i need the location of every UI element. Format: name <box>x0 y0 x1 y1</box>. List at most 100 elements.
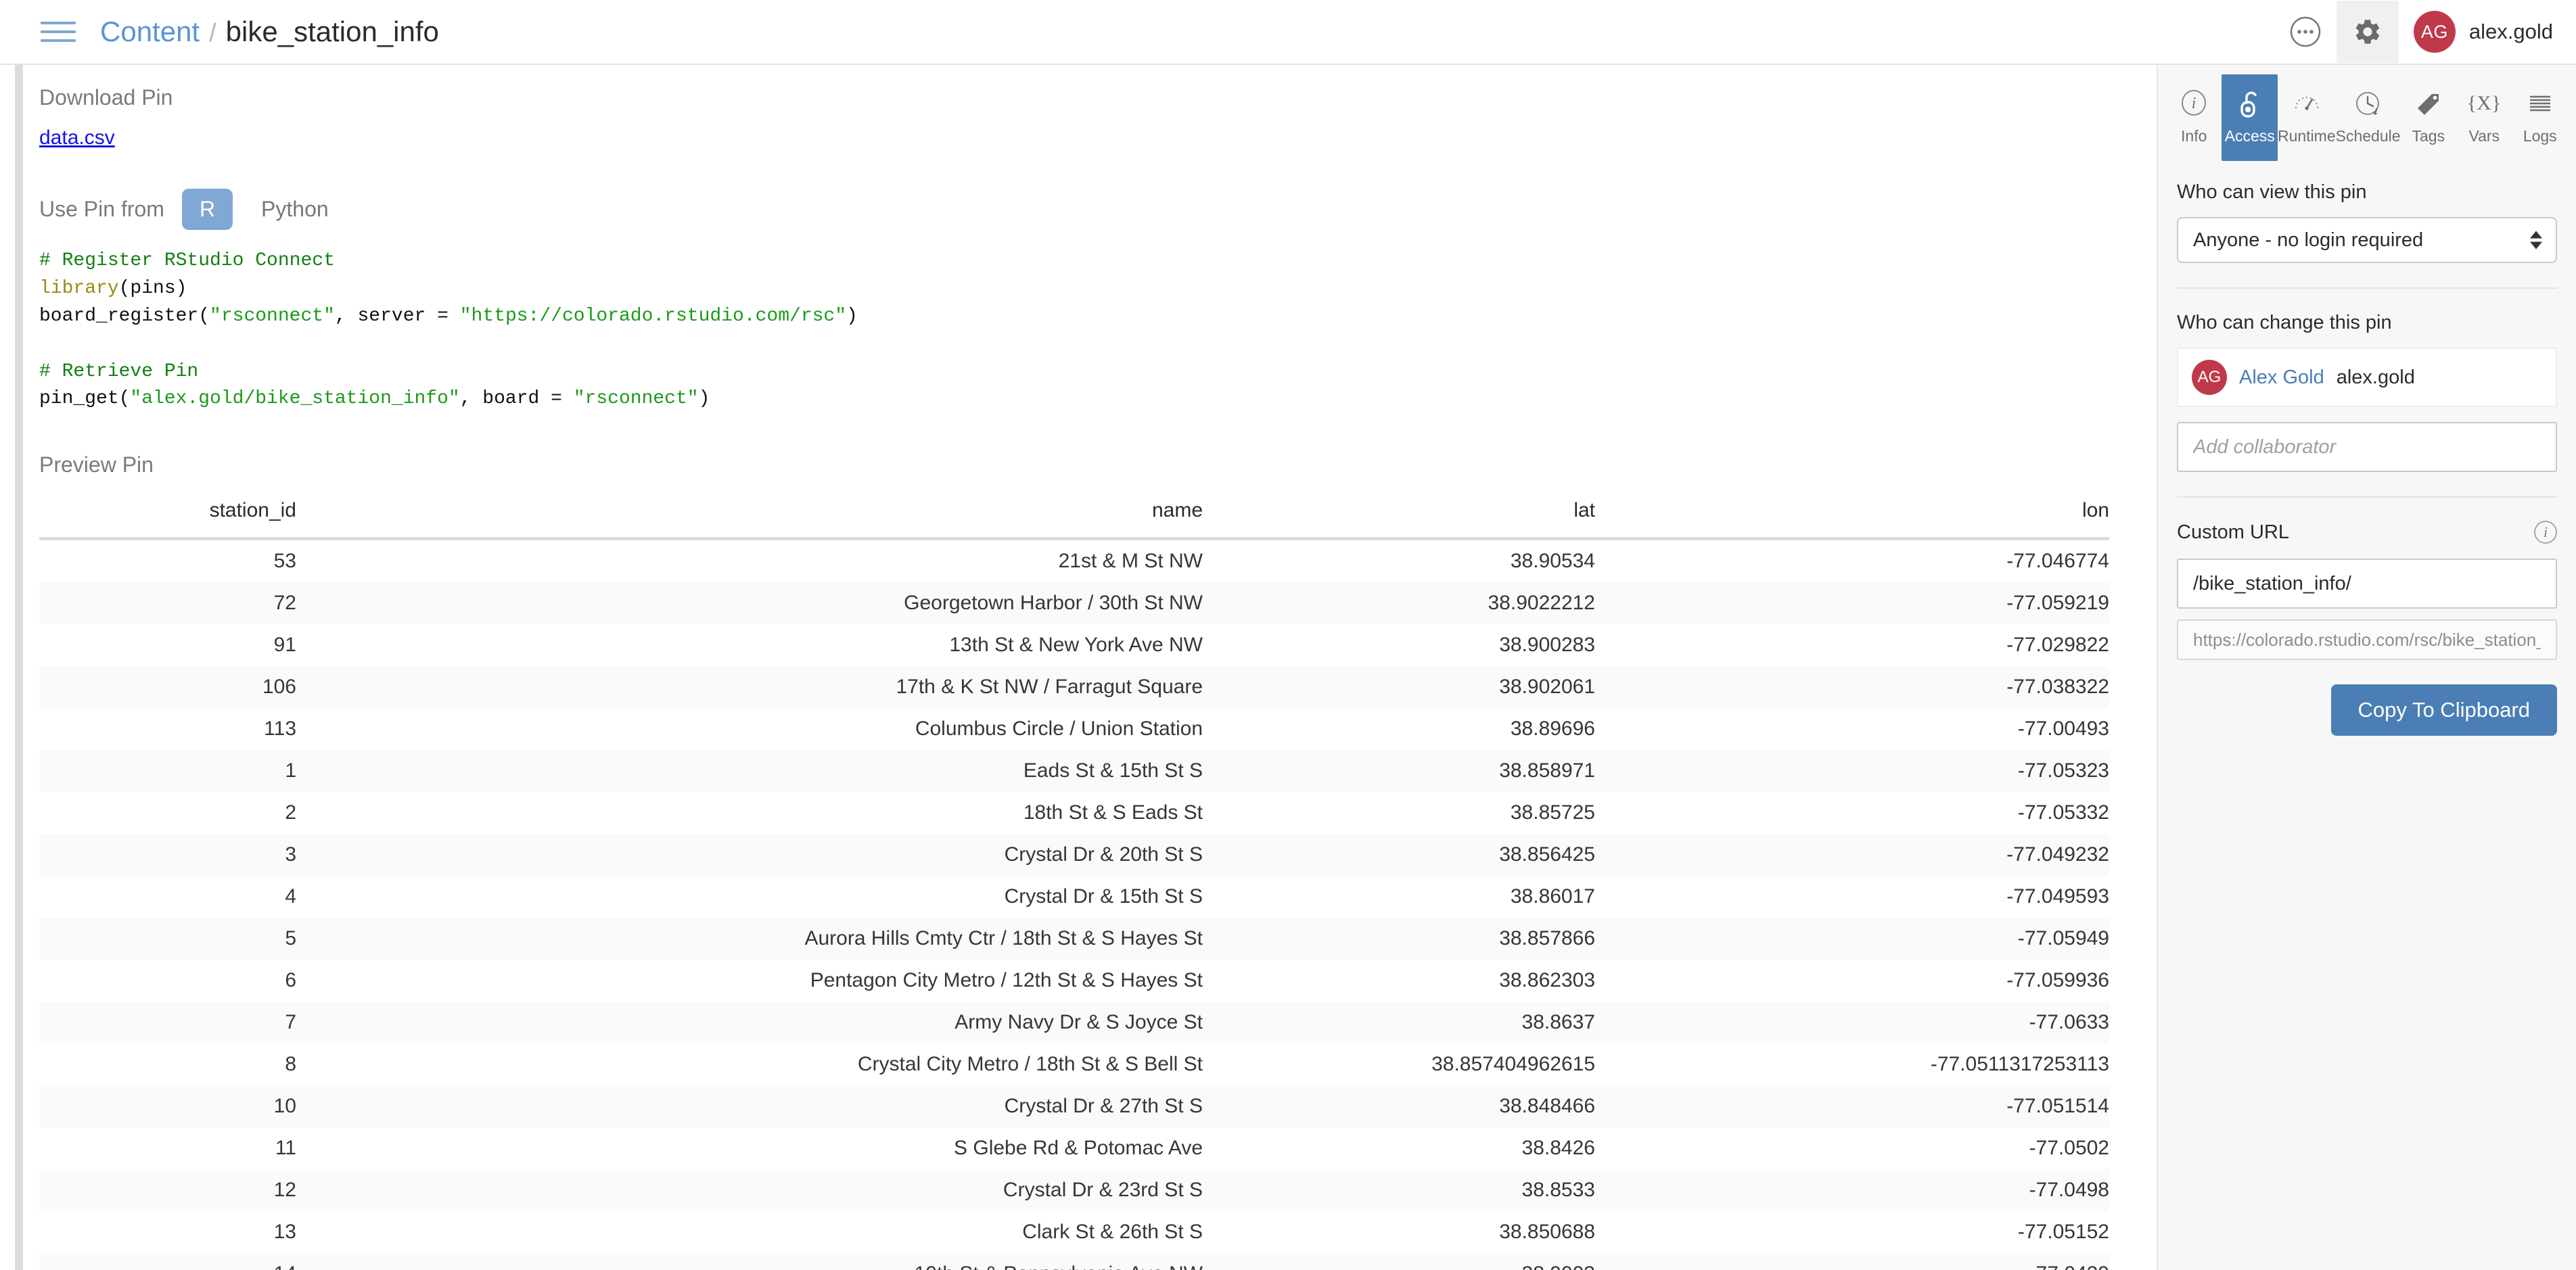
tab-tags[interactable]: Tags <box>2401 74 2456 161</box>
code-pinget-mid: , board = <box>459 388 574 410</box>
code-str-rsconnect: "rsconnect" <box>210 305 335 327</box>
code-board-mid: , server = <box>334 305 460 327</box>
breadcrumb-separator: / <box>209 19 216 47</box>
main-content: Download Pin data.csv Use Pin from R Pyt… <box>0 65 2157 1270</box>
cell-lon: -77.0511317253113 <box>1930 1053 2109 1076</box>
cell-station-id: 7 <box>285 1011 296 1034</box>
braces-x-icon: {X} <box>2468 92 2500 114</box>
cell-lat: 38.9022212 <box>1488 592 1596 615</box>
table-row: 1419th St & Pennsylvania Ave NW38.9003-7… <box>39 1253 2109 1270</box>
table-row: 72 Georgetown Harbor / 30th St NW 38.90222… <box>39 582 2109 625</box>
hamburger-icon[interactable] <box>41 18 76 45</box>
column-header-lat[interactable]: lat <box>1203 492 1595 541</box>
cell-name: Aurora Hills Cmty Ctr / 18th St & S Haye… <box>804 927 1203 950</box>
tab-info-label: Info <box>2181 126 2207 145</box>
cell-lat: 38.85725 <box>1510 801 1595 824</box>
table-row: 12 Crystal Dr & 23rd St S 38.8533 -77.0498 <box>39 1169 2109 1212</box>
cell-lat: 38.8533 <box>1521 1179 1595 1202</box>
cell-lat: 38.850688 <box>1499 1221 1595 1244</box>
custom-url-header: Custom URL i <box>2177 521 2557 544</box>
cell-station-id: 14 <box>39 1253 296 1270</box>
add-collaborator-input[interactable] <box>2177 422 2557 472</box>
cell-name: Crystal Dr & 15th St S <box>1004 885 1203 908</box>
cell-lon: -77.00493 <box>2017 718 2109 740</box>
cell-lat: 38.856425 <box>1499 843 1595 866</box>
cell-station-id: 6 <box>285 969 296 992</box>
table-row: 10 Crystal Dr & 27th St S 38.848466 -77.051… <box>39 1085 2109 1128</box>
preview-table: station_id name lat lon 53 21st & M St NW… <box>39 492 2109 1270</box>
tab-vars[interactable]: {X} Vars <box>2456 74 2512 161</box>
cell-lon: -77.05152 <box>2017 1221 2109 1244</box>
copy-to-clipboard-button[interactable]: Copy To Clipboard <box>2330 684 2557 736</box>
info-icon[interactable]: i <box>2534 521 2557 544</box>
code-str-pin-name: "alex.gold/bike_station_info" <box>130 388 460 410</box>
cell-name: Army Navy Dr & S Joyce St <box>954 1011 1203 1034</box>
cell-name: Crystal Dr & 23rd St S <box>1003 1179 1203 1202</box>
tab-access[interactable]: Access <box>2222 74 2278 161</box>
cell-station-id: 53 <box>273 550 296 573</box>
preview-pin-title: Preview Pin <box>39 452 154 477</box>
cell-lon: -77.05323 <box>2017 759 2109 782</box>
collaborator-display-name[interactable]: Alex Gold <box>2239 367 2324 389</box>
column-header-lon[interactable]: lon <box>1595 492 2109 541</box>
table-row: 113 Columbus Circle / Union Station 38.896… <box>39 708 2109 750</box>
clock-icon <box>2355 91 2379 115</box>
tab-runtime-label: Runtime <box>2277 126 2336 145</box>
tab-schedule-label: Schedule <box>2335 126 2401 145</box>
tab-language-r[interactable]: R <box>181 189 233 230</box>
table-row: 2 18th St & S Eads St 38.85725 -77.05332 <box>39 792 2109 834</box>
cell-station-id: 113 <box>264 718 296 740</box>
breadcrumb: Content / bike_station_info <box>100 16 439 48</box>
download-pin-title: Download Pin <box>39 85 173 110</box>
cell-lon: -77.029822 <box>2006 634 2109 657</box>
collaborator-row[interactable]: AG Alex Gold alex.gold <box>2177 348 2557 407</box>
cell-lat: 38.902061 <box>1499 676 1595 699</box>
table-row: 6 Pentagon City Metro / 12th St & S Hayes… <box>39 960 2109 1002</box>
tab-language-python[interactable]: Python <box>248 191 342 227</box>
top-bar-actions: AG alex.gold <box>2274 1 2553 63</box>
user-menu[interactable]: AG alex.gold <box>2413 11 2553 53</box>
who-can-view-label: Who can view this pin <box>2177 181 2367 203</box>
who-can-change-label: Who can change this pin <box>2177 312 2392 333</box>
use-pin-section: Use Pin from R Python # Register RStudio… <box>0 167 2157 433</box>
table-row: 53 21st & M St NW 38.90534 -77.046774 <box>39 539 2109 583</box>
cell-lon: -77.059219 <box>2006 592 2109 615</box>
table-row: 5 Aurora Hills Cmty Ctr / 18th St & S Hay… <box>39 918 2109 960</box>
cell-station-id: 1 <box>285 759 296 782</box>
cell-lat: 38.89696 <box>1510 718 1595 740</box>
cell-station-id: 5 <box>285 927 296 950</box>
tab-schedule[interactable]: Schedule <box>2336 74 2401 161</box>
cell-lat: 38.90534 <box>1510 550 1595 573</box>
cell-lon: -77.046774 <box>2006 550 2109 573</box>
cell-lon: -77.0633 <box>2029 1011 2109 1034</box>
column-header-station-id[interactable]: station_id <box>39 492 296 541</box>
gear-icon[interactable] <box>2336 1 2399 63</box>
tab-logs[interactable]: Logs <box>2512 74 2568 161</box>
code-snippet: # Register RStudio Connect library(pins)… <box>39 248 2157 413</box>
tab-runtime[interactable]: Runtime <box>2278 74 2336 161</box>
data-csv-link[interactable]: data.csv <box>39 126 115 149</box>
breadcrumb-content-link[interactable]: Content <box>100 16 200 48</box>
who-can-view-select[interactable]: Anyone - no login required <box>2177 217 2557 263</box>
user-name-label: alex.gold <box>2468 20 2553 43</box>
cell-lon: -77.0498 <box>2029 1179 2109 1202</box>
cell-station-id: 72 <box>273 592 296 615</box>
page-title: bike_station_info <box>225 16 439 47</box>
cell-lat: 38.86017 <box>1510 885 1595 908</box>
tab-logs-label: Logs <box>2523 126 2557 145</box>
custom-url-input[interactable] <box>2177 559 2557 609</box>
cell-lon: -77.038322 <box>2006 676 2109 699</box>
tab-info[interactable]: i Info <box>2166 74 2222 161</box>
cell-name: Columbus Circle / Union Station <box>915 718 1203 740</box>
gauge-icon <box>2295 96 2318 110</box>
cell-station-id: 10 <box>273 1095 296 1118</box>
table-row: 1 Eads St & 15th St S 38.858971 -77.05323 <box>39 750 2109 793</box>
preview-pin-section: Preview Pin station_id name lat lon 53 21… <box>0 432 2157 1270</box>
table-row: 11 S Glebe Rd & Potomac Ave 38.8426 -77.050… <box>39 1127 2109 1169</box>
tab-tags-label: Tags <box>2412 126 2445 145</box>
cell-name: Crystal Dr & 20th St S <box>1004 843 1203 866</box>
more-options-icon[interactable] <box>2274 1 2337 63</box>
cell-name: Crystal Dr & 27th St S <box>1004 1095 1203 1118</box>
column-header-name[interactable]: name <box>296 492 1203 541</box>
app-root: Content / bike_station_info AG alex.gold… <box>0 0 2576 1270</box>
